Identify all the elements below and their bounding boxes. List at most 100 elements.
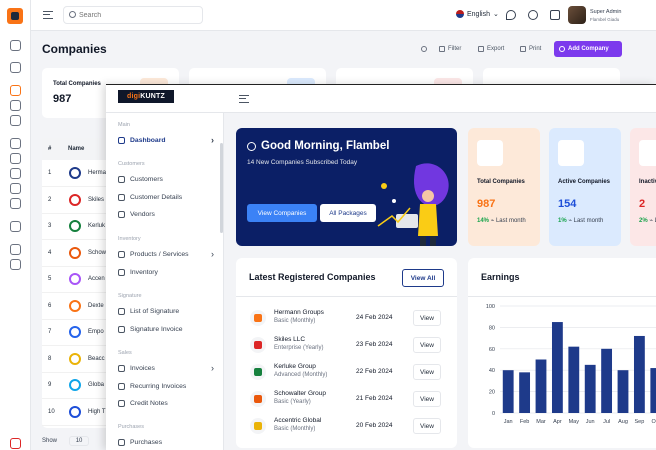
company-name[interactable]: Globa: [88, 382, 104, 388]
bar-sep[interactable]: [633, 335, 645, 413]
sidebar-item-customer-details[interactable]: Customer Details: [118, 194, 214, 201]
bar-aug[interactable]: [617, 370, 629, 413]
table-row[interactable]: 7 Empo: [42, 320, 112, 346]
bar-feb[interactable]: [519, 372, 531, 413]
bar-jun[interactable]: [584, 364, 596, 413]
bar-apr[interactable]: [551, 322, 563, 413]
fullscreen-icon[interactable]: [550, 10, 560, 20]
view-companies-button[interactable]: View Companies: [247, 204, 317, 222]
company-name[interactable]: High T: [88, 409, 106, 415]
all-packages-button[interactable]: All Packages: [320, 204, 376, 222]
company-name[interactable]: Schow: [88, 250, 106, 256]
network-icon[interactable]: [10, 244, 21, 255]
view-button[interactable]: View: [413, 337, 441, 353]
code-icon[interactable]: [10, 183, 21, 194]
add-company-button[interactable]: Add Company: [554, 41, 622, 57]
filter-button[interactable]: Filter: [434, 41, 466, 57]
user-plus-icon[interactable]: [10, 259, 21, 270]
sidebar-item-signature-invoice[interactable]: Signature Invoice: [118, 326, 214, 333]
home-icon: [118, 137, 125, 144]
bar-mar[interactable]: [535, 359, 547, 414]
user-info[interactable]: Super Admin Flambel Giadu: [590, 8, 622, 24]
company-name[interactable]: Dexte: [88, 303, 104, 309]
table-row[interactable]: 9 Globa: [42, 373, 112, 399]
sidebar-scrollbar[interactable]: [220, 143, 223, 233]
view-button[interactable]: View: [413, 310, 441, 326]
company-name: Accentric Global: [274, 417, 322, 424]
company-name[interactable]: Skiles: [88, 197, 104, 203]
users-icon: [118, 176, 125, 183]
menu-toggle-icon[interactable]: [43, 11, 53, 19]
metric-trend: 2% ⌁ Last month: [639, 217, 656, 226]
table-row[interactable]: 4 Schow: [42, 241, 112, 267]
bar-jan[interactable]: [502, 370, 514, 413]
file-icon[interactable]: [10, 168, 21, 179]
print-button[interactable]: Print: [515, 41, 546, 57]
sidebar-item-label: Signature Invoice: [130, 326, 183, 333]
view-button[interactable]: View: [413, 364, 441, 380]
back-arrow-icon[interactable]: [10, 40, 21, 51]
bell-icon[interactable]: [528, 10, 538, 20]
globe-icon[interactable]: [10, 115, 21, 126]
sidebar-item-invoices[interactable]: Invoices ›: [118, 364, 214, 373]
edit-icon: [118, 400, 125, 407]
flag-icon[interactable]: [10, 100, 21, 111]
sidebar-item-credit-notes[interactable]: Credit Notes: [118, 400, 214, 407]
table-row[interactable]: 5 Accen: [42, 267, 112, 293]
table-row[interactable]: 8 Beacc: [42, 347, 112, 373]
export-icon: [478, 46, 484, 52]
company-name[interactable]: Beacc: [88, 356, 105, 362]
company-name[interactable]: Empo: [88, 329, 104, 335]
language-selector[interactable]: English ⌄: [456, 10, 499, 18]
layout-icon[interactable]: [10, 138, 21, 149]
users-icon[interactable]: [10, 153, 21, 164]
dashboard-icon[interactable]: [10, 62, 21, 73]
sidebar-item-customers[interactable]: Customers: [118, 176, 214, 183]
search-box[interactable]: [63, 6, 203, 24]
view-button[interactable]: View: [413, 391, 441, 407]
export-button[interactable]: Export: [473, 41, 509, 57]
logout-icon[interactable]: [10, 438, 21, 449]
sidebar-item-products[interactable]: Products / Services ›: [118, 250, 214, 259]
view-all-button[interactable]: View All: [402, 269, 444, 287]
sidebar-item-dashboard[interactable]: Dashboard ›: [118, 136, 214, 145]
bar-may[interactable]: [568, 346, 580, 413]
table-row[interactable]: 3 Kerluk: [42, 214, 112, 240]
sidebar-item-list-signature[interactable]: List of Signature: [118, 308, 214, 315]
metric-card: Total Companies 987 14% ⌁ Last month: [468, 128, 540, 246]
user-role: Flambel Giadu: [590, 17, 620, 22]
bar-oct[interactable]: [650, 368, 656, 413]
settings-icon[interactable]: [10, 221, 21, 232]
sidebar-item-label: Inventory: [130, 269, 158, 276]
table-row[interactable]: 2 Skiles: [42, 188, 112, 214]
table-row[interactable]: 10 High T: [42, 400, 112, 426]
brand-part-a: digi: [127, 93, 141, 100]
brand-logo[interactable]: digi KUNTZ: [118, 90, 174, 103]
overlay-menu-icon[interactable]: [239, 95, 249, 103]
sun-icon: [247, 142, 256, 151]
sidebar-item-recurring-invoices[interactable]: Recurring Invoices: [118, 383, 214, 390]
sidebar-item-label: Products / Services: [130, 251, 189, 258]
sidebar-item-vendors[interactable]: Vendors: [118, 211, 214, 218]
sidebar-item-inventory[interactable]: Inventory: [118, 269, 214, 276]
sidebar-item-label: Credit Notes: [130, 400, 168, 407]
company-name[interactable]: Herma: [88, 170, 106, 176]
company-date: 23 Feb 2024: [356, 341, 393, 348]
page-size-select[interactable]: 10: [68, 436, 90, 446]
avatar[interactable]: [568, 6, 586, 24]
sidebar-item-purchases[interactable]: Purchases: [118, 439, 214, 446]
app-logo-icon[interactable]: [7, 8, 23, 24]
view-button[interactable]: View: [413, 418, 441, 434]
box-icon[interactable]: [10, 198, 21, 209]
box-icon: [118, 326, 125, 333]
table-row[interactable]: 6 Dexte: [42, 294, 112, 320]
search-input[interactable]: [79, 9, 199, 21]
company-name[interactable]: Accen: [88, 276, 105, 282]
table-row[interactable]: 1 Herma: [42, 161, 112, 187]
company-name[interactable]: Kerluk: [88, 223, 105, 229]
refresh-button[interactable]: [416, 41, 432, 57]
companies-icon[interactable]: [10, 85, 21, 96]
bar-jul[interactable]: [601, 348, 613, 413]
page-size-control[interactable]: Show 10: [42, 436, 90, 446]
moon-icon[interactable]: [506, 10, 516, 20]
